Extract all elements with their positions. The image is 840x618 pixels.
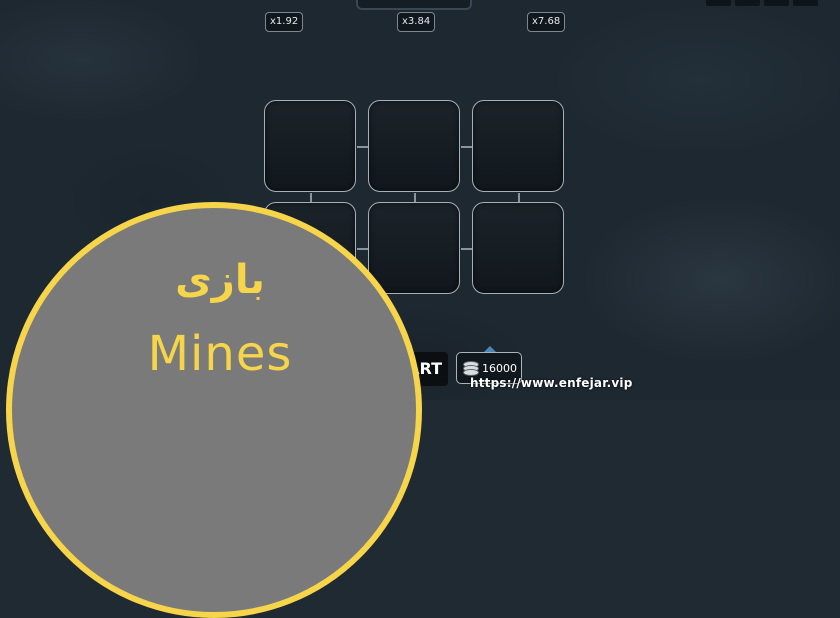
mine-tile-3[interactable] bbox=[472, 100, 564, 192]
game-logo bbox=[356, 0, 472, 10]
top-right-controls bbox=[706, 0, 818, 6]
promo-title-en: Mines bbox=[147, 326, 293, 382]
balance-value: 16000 bbox=[482, 361, 517, 375]
multiplier-level-3: x7.68 bbox=[527, 12, 566, 32]
promo-title-fa: بازی bbox=[175, 257, 265, 303]
mine-tile-1[interactable] bbox=[264, 100, 356, 192]
site-url-watermark: https://www.enfejar.vip bbox=[470, 376, 633, 390]
mine-tile-2[interactable] bbox=[368, 100, 460, 192]
multiplier-level-1: x1.92 bbox=[265, 12, 304, 32]
coins-icon bbox=[461, 359, 479, 377]
multiplier-level-2: x3.84 bbox=[397, 12, 436, 32]
mine-tile-6[interactable] bbox=[472, 202, 564, 294]
